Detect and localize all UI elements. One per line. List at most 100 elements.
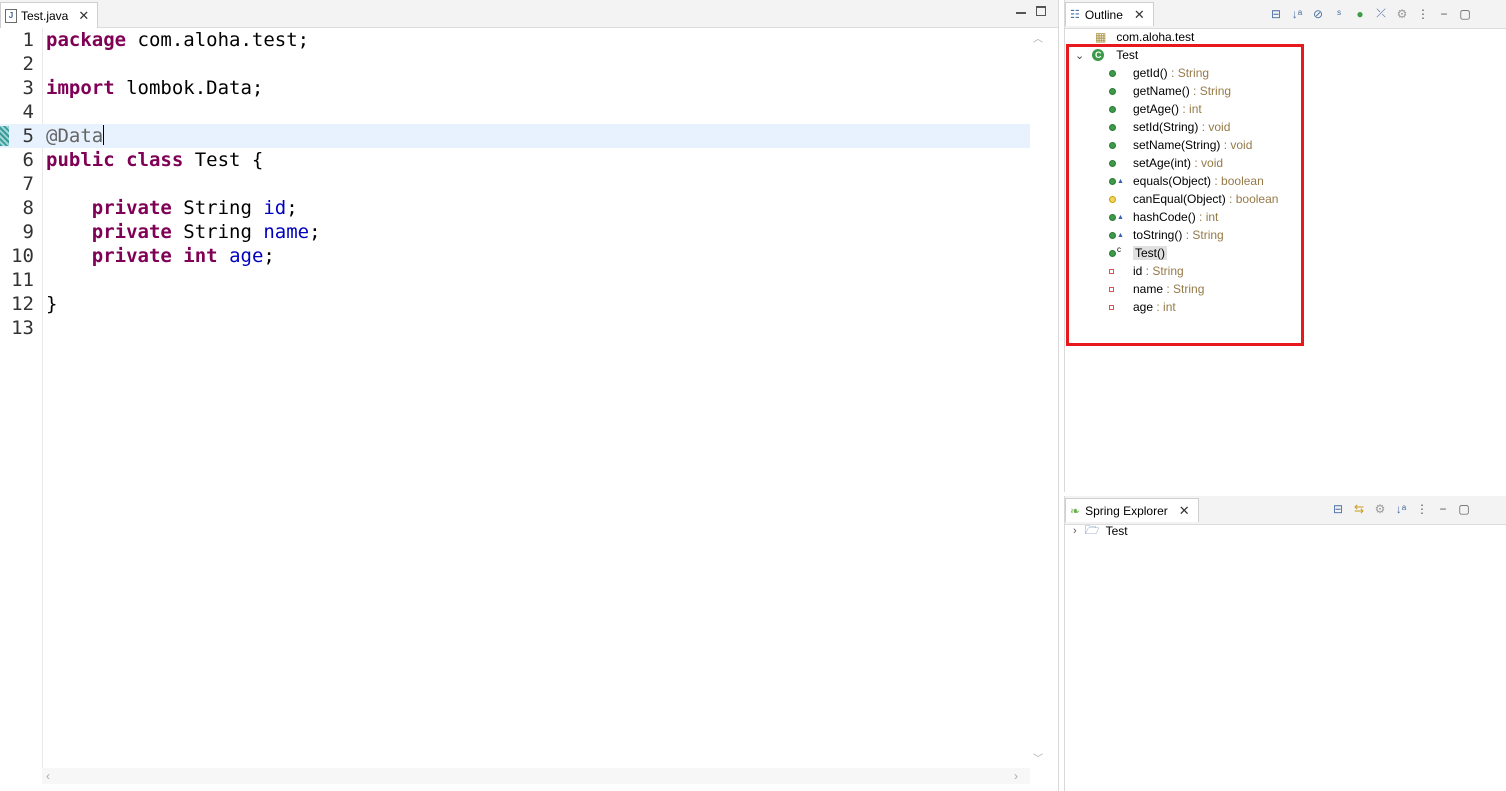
close-icon[interactable]: ✕ xyxy=(78,9,89,22)
code-token: @Data xyxy=(46,125,104,147)
code-line[interactable]: 10 private int age; xyxy=(0,244,1030,268)
close-icon[interactable]: ✕ xyxy=(1134,8,1145,21)
minimize-icon[interactable]: − xyxy=(1437,7,1451,21)
collapse-all-icon[interactable]: ⊟ xyxy=(1331,502,1345,516)
code-token: age xyxy=(229,245,264,267)
line-number: 13 xyxy=(11,317,34,339)
code-line[interactable]: 13 xyxy=(0,316,1030,340)
code-line[interactable]: 5 @Data xyxy=(0,124,1030,148)
project-folder-icon: 🗁 xyxy=(1084,522,1100,537)
code-token: ; xyxy=(263,245,275,267)
code-line[interactable]: 12} xyxy=(0,292,1030,316)
code-token: private xyxy=(91,197,172,219)
minimize-icon[interactable]: − xyxy=(1436,502,1450,516)
hide-static-icon[interactable]: ˢ xyxy=(1332,7,1346,21)
code-text: public class Test { xyxy=(46,148,263,172)
maximize-icon[interactable]: ▢ xyxy=(1457,502,1471,516)
highlight-box xyxy=(1066,44,1304,346)
code-line[interactable]: 6 public class Test { xyxy=(0,148,1030,172)
tab-label: Test.java xyxy=(21,8,69,23)
link-icon[interactable]: ⇆ xyxy=(1352,502,1366,516)
code-token: import xyxy=(46,77,115,99)
minimize-icon[interactable] xyxy=(1016,12,1026,14)
code-text: private String name; xyxy=(46,220,321,244)
code-line[interactable]: 1 package com.aloha.test; xyxy=(0,28,1030,52)
scroll-right-icon[interactable]: › xyxy=(1014,769,1018,783)
code-text: } xyxy=(46,292,57,316)
package-icon: ▦ xyxy=(1095,30,1107,44)
horizontal-scrollbar[interactable]: ‹ › xyxy=(42,768,1030,784)
code-line[interactable]: 2 xyxy=(0,52,1030,76)
scroll-up-icon[interactable]: ︿ xyxy=(1033,30,1043,45)
spring-item-label: Test xyxy=(1105,524,1128,538)
outline-icon: ☷ xyxy=(1070,9,1080,21)
maximize-icon[interactable]: ▢ xyxy=(1458,7,1472,21)
view-menu-icon[interactable]: ⋮ xyxy=(1416,7,1430,21)
code-token: ; xyxy=(309,221,321,243)
package-label: com.aloha.test xyxy=(1116,30,1195,44)
code-line[interactable]: 7 xyxy=(0,172,1030,196)
code-line[interactable]: 9 private String name; xyxy=(0,220,1030,244)
code-token: private xyxy=(91,221,172,243)
code-token: String xyxy=(171,197,264,219)
tab-spring-explorer[interactable]: ❧ Spring Explorer ✕ xyxy=(1065,498,1199,522)
code-token: Test { xyxy=(183,149,264,171)
code-line[interactable]: 4 xyxy=(0,100,1030,124)
spring-tree-item[interactable]: › 🗁 Test xyxy=(1073,522,1128,540)
hide-local-types-icon[interactable]: ⤫ xyxy=(1374,6,1388,21)
line-number: 3 xyxy=(22,77,34,99)
code-text: @Data xyxy=(46,124,105,148)
change-marker-icon xyxy=(0,126,9,146)
link-editor-icon[interactable]: ⚙ xyxy=(1395,7,1409,21)
code-token: int xyxy=(183,245,218,267)
close-icon[interactable]: ✕ xyxy=(1179,504,1190,517)
code-token: name xyxy=(263,221,310,243)
code-line[interactable]: 3 import lombok.Data; xyxy=(0,76,1030,100)
code-token: } xyxy=(46,293,58,315)
line-number: 11 xyxy=(11,269,34,291)
code-line[interactable]: 8 private String id; xyxy=(0,196,1030,220)
chevron-right-icon[interactable]: › xyxy=(1073,525,1077,537)
vertical-scrollbar[interactable]: ︿ ﹀ xyxy=(1030,28,1046,768)
code-token: lombok.Data; xyxy=(114,77,264,99)
hide-nonpublic-icon[interactable]: ● xyxy=(1353,7,1367,21)
code-token: String xyxy=(171,221,264,243)
code-token: public xyxy=(46,149,115,171)
scroll-left-icon[interactable]: ‹ xyxy=(46,769,50,783)
code-area[interactable]: 1 package com.aloha.test; 2 3 import lombok.… xyxy=(0,28,1030,768)
line-number: 1 xyxy=(22,29,34,51)
java-editor: J Test.java ✕ 1 package com.aloha.test; 2 3… xyxy=(0,0,1059,791)
spring-leaf-icon: ❧ xyxy=(1070,503,1081,518)
hide-fields-icon[interactable]: ⊘ xyxy=(1311,7,1325,21)
sort-icon[interactable]: ↓ᵃ xyxy=(1394,502,1408,516)
outline-header: ☷ Outline ✕ ⊟ ↓ᵃ ⊘ ˢ ● ⤫ ⚙ ⋮ − ▢ xyxy=(1065,0,1506,29)
code-text: private int age; xyxy=(46,244,275,268)
java-file-icon: J xyxy=(5,8,17,23)
code-line[interactable]: 11 xyxy=(0,268,1030,292)
editor-tab-bar: J Test.java ✕ xyxy=(0,0,1058,28)
sort-icon[interactable]: ↓ᵃ xyxy=(1290,7,1304,21)
spring-header: ❧ Spring Explorer ✕ ⊟ ⇆ ⚙ ↓ᵃ ⋮ − ▢ xyxy=(1065,496,1506,525)
collapse-all-icon[interactable]: ⊟ xyxy=(1269,7,1283,21)
code-token: ; xyxy=(286,197,298,219)
line-number: 2 xyxy=(22,53,34,75)
maximize-icon[interactable] xyxy=(1036,6,1046,16)
tab-test-java[interactable]: J Test.java ✕ xyxy=(0,2,99,28)
code-text: import lombok.Data; xyxy=(46,76,263,100)
scroll-down-icon[interactable]: ﹀ xyxy=(1033,750,1043,765)
code-text: private String id; xyxy=(46,196,298,220)
line-number: 9 xyxy=(22,221,34,243)
filter-icon[interactable]: ⚙ xyxy=(1373,502,1387,516)
code-token: com.aloha.test; xyxy=(126,29,310,51)
tab-outline[interactable]: ☷ Outline ✕ xyxy=(1065,2,1154,26)
code-text: package com.aloha.test; xyxy=(46,28,309,52)
line-number: 8 xyxy=(22,197,34,219)
view-menu-icon[interactable]: ⋮ xyxy=(1415,502,1429,516)
line-number: 4 xyxy=(22,101,34,123)
